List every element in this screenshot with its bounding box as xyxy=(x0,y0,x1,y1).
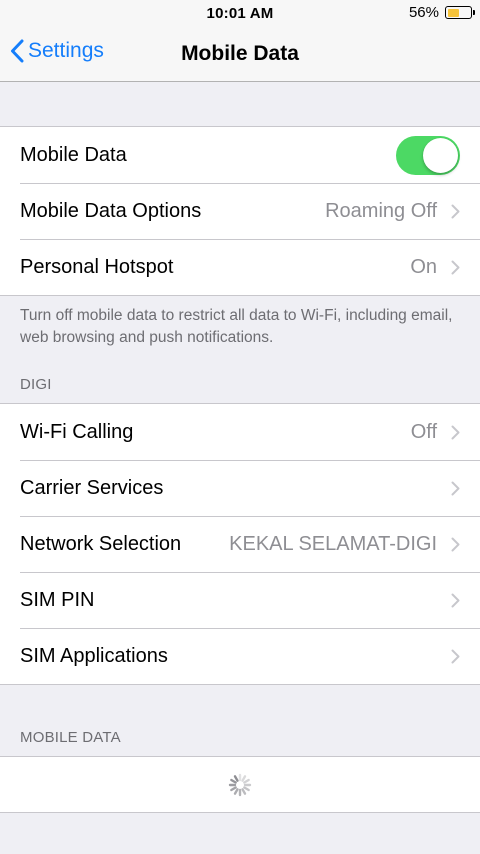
chevron-right-icon xyxy=(451,204,460,218)
carrier-services-row[interactable]: Carrier Services xyxy=(0,460,480,516)
chevron-right-icon xyxy=(451,425,460,439)
mobile-data-usage-group xyxy=(0,756,480,813)
mobile-data-footer: Turn off mobile data to restrict all dat… xyxy=(20,307,453,346)
mobile-data-options-label: Mobile Data Options xyxy=(20,199,202,222)
section-header-mobile-data: MOBILE DATA xyxy=(20,729,121,746)
battery-percentage: 56% xyxy=(408,4,439,21)
spinner-spoke xyxy=(243,785,250,791)
mobile-data-options-value: Roaming Off xyxy=(325,199,437,222)
spinner-spoke xyxy=(241,787,247,795)
sim-pin-label: SIM PIN xyxy=(20,588,95,611)
digi-group: Wi-Fi Calling Off Carrier Services Netwo… xyxy=(0,403,480,685)
wifi-calling-row[interactable]: Wi-Fi Calling Off xyxy=(0,404,480,460)
mobile-data-toggle[interactable] xyxy=(396,135,460,175)
chevron-right-icon xyxy=(451,649,460,663)
status-right: 56% xyxy=(408,4,475,21)
activity-spinner-icon xyxy=(228,773,252,796)
battery-icon xyxy=(445,6,475,19)
spinner-spoke xyxy=(241,774,247,782)
wifi-calling-label: Wi-Fi Calling xyxy=(20,420,134,443)
chevron-right-icon xyxy=(451,537,460,551)
network-selection-value: KEKAL SELAMAT-DIGI xyxy=(229,532,437,555)
spinner-spoke xyxy=(233,787,239,795)
battery-fill xyxy=(447,8,460,17)
wifi-calling-value: Off xyxy=(410,420,437,443)
sim-applications-label: SIM Applications xyxy=(20,644,168,667)
back-button-label: Settings xyxy=(28,39,104,62)
section-header-digi: DIGI xyxy=(20,376,52,393)
mobile-data-options-row[interactable]: Mobile Data Options Roaming Off xyxy=(0,183,480,239)
spinner-spoke xyxy=(243,778,250,784)
personal-hotspot-row[interactable]: Personal Hotspot On xyxy=(0,239,480,295)
mobile-data-row: Mobile Data xyxy=(0,127,480,183)
back-button[interactable]: Settings xyxy=(10,39,104,63)
personal-hotspot-value: On xyxy=(410,255,437,278)
network-selection-row[interactable]: Network Selection KEKAL SELAMAT-DIGI xyxy=(0,516,480,572)
toggle-knob xyxy=(423,137,458,173)
carrier-services-label: Carrier Services xyxy=(20,476,164,499)
spinner-spoke xyxy=(230,785,237,791)
mobile-data-label: Mobile Data xyxy=(20,143,127,166)
personal-hotspot-label: Personal Hotspot xyxy=(20,255,174,278)
chevron-right-icon xyxy=(451,481,460,495)
sim-pin-row[interactable]: SIM PIN xyxy=(0,572,480,628)
chevron-right-icon xyxy=(451,593,460,607)
spinner-spoke xyxy=(233,774,239,782)
mobile-data-group: Mobile Data Mobile Data Options Roaming … xyxy=(0,126,480,296)
status-bar: 10:01 AM 56% xyxy=(0,0,480,27)
loading-row xyxy=(0,757,480,812)
chevron-right-icon xyxy=(451,260,460,274)
network-selection-label: Network Selection xyxy=(20,532,182,555)
navigation-bar: Settings Mobile Data xyxy=(0,27,480,82)
spinner-spoke xyxy=(230,778,237,784)
chevron-left-icon xyxy=(11,39,24,63)
sim-applications-row[interactable]: SIM Applications xyxy=(0,628,480,684)
